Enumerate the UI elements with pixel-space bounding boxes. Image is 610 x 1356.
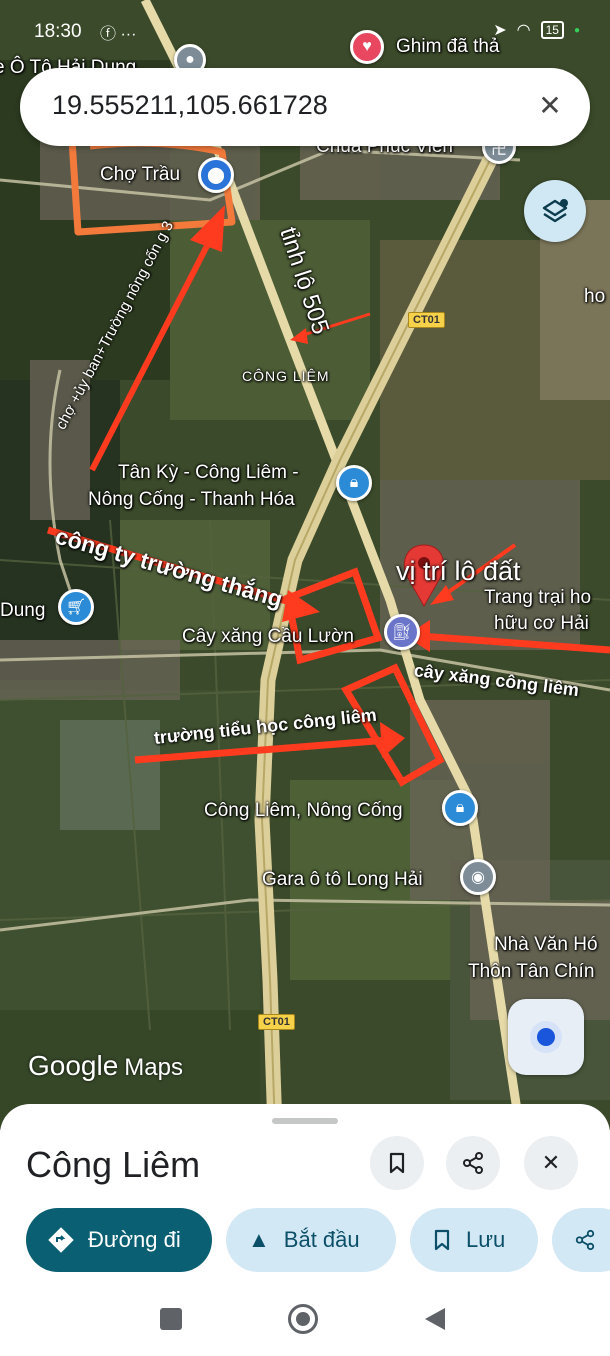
close-sheet-button[interactable]: ✕ bbox=[524, 1136, 578, 1190]
map-view[interactable]: CT01 CT01 e Ô Tô Hải Dung Chợ Trầu Chùa … bbox=[0, 0, 610, 1130]
place-label-trang-trai-line2[interactable]: hữu cơ Hải bbox=[494, 613, 589, 636]
search-input[interactable]: 19.555211,105.661728 bbox=[52, 90, 328, 121]
status-right-icons: ➤ ◠ 15 ● bbox=[493, 20, 580, 40]
save-button[interactable]: Lưu bbox=[410, 1208, 538, 1272]
place-label-gara-long-hai[interactable]: Gara ô tô Long Hải bbox=[262, 869, 423, 892]
place-label-tan-ky-line1[interactable]: Tân Kỳ - Công Liêm - bbox=[118, 462, 299, 485]
start-navigation-button[interactable]: ▲ Bắt đầu bbox=[226, 1208, 396, 1272]
screen: CT01 CT01 e Ô Tô Hải Dung Chợ Trầu Chùa … bbox=[0, 0, 610, 1356]
bookmark-icon bbox=[434, 1229, 450, 1251]
google-maps-attribution: Google Maps bbox=[28, 1050, 183, 1081]
save-label: Lưu bbox=[466, 1227, 506, 1252]
place-label-nha-van-hoa-line1[interactable]: Nhà Văn Hó bbox=[494, 934, 598, 957]
clear-search-button[interactable]: ✕ bbox=[532, 88, 568, 124]
bus-stop-pin-icon[interactable]: ⬤ bbox=[198, 157, 234, 193]
bookmark-icon bbox=[389, 1152, 405, 1174]
place-label-cho-trau[interactable]: Chợ Trầu bbox=[100, 164, 180, 187]
gas-station-pin-icon[interactable]: ⛽︎ bbox=[384, 614, 420, 650]
place-label-nha-van-hoa-line2[interactable]: Thôn Tân Chín bbox=[468, 961, 594, 984]
share-icon bbox=[463, 1152, 483, 1174]
start-label: Bắt đầu bbox=[283, 1227, 360, 1252]
notification-icons: ⓕ ··· bbox=[100, 26, 137, 43]
share-place-button[interactable] bbox=[446, 1136, 500, 1190]
place-label-cay-xang-cau-luon[interactable]: Cây xăng Cầu Lườn bbox=[182, 626, 354, 649]
directions-label: Đường đi bbox=[88, 1227, 181, 1252]
directions-icon bbox=[48, 1227, 74, 1253]
road-shield-ct01: CT01 bbox=[408, 312, 445, 328]
circle-icon bbox=[288, 1304, 318, 1334]
location-dot-icon bbox=[537, 1028, 555, 1046]
battery-status-dot-icon: ● bbox=[573, 24, 580, 36]
place-label-cong-liem-nong-cong[interactable]: Công Liêm, Nông Cống bbox=[204, 800, 403, 823]
status-bar: 18:30 ⓕ ··· ➤ ◠ 15 ● bbox=[0, 0, 610, 58]
directions-button[interactable]: Đường đi bbox=[26, 1208, 212, 1272]
lock-place-pin-icon-2[interactable]: 🔒︎ bbox=[442, 790, 478, 826]
status-time: 18:30 bbox=[34, 21, 82, 42]
place-label-trang-trai-line1[interactable]: Trang trại ho bbox=[484, 587, 591, 610]
system-nav-bar bbox=[0, 1280, 610, 1356]
close-icon: ✕ bbox=[541, 1150, 561, 1175]
place-title: Công Liêm bbox=[26, 1144, 201, 1185]
area-label-cong-liem: CÔNG LIÊM bbox=[242, 368, 330, 384]
lock-place-pin-icon[interactable]: 🔒︎ bbox=[336, 465, 372, 501]
wifi-icon: ◠ bbox=[516, 22, 531, 39]
back-button[interactable] bbox=[418, 1302, 452, 1336]
road-shield-ct01-south: CT01 bbox=[258, 1014, 295, 1030]
search-bar[interactable]: 19.555211,105.661728 ✕ bbox=[20, 68, 590, 146]
recents-button[interactable] bbox=[154, 1302, 188, 1336]
place-label-partial-ho[interactable]: ho bbox=[584, 286, 605, 309]
garage-pin-icon[interactable]: ◉ bbox=[460, 859, 496, 895]
square-icon bbox=[160, 1308, 182, 1330]
save-place-button[interactable] bbox=[370, 1136, 424, 1190]
action-chips: Đường đi ▲ Bắt đầu Lưu bbox=[26, 1208, 610, 1274]
share-icon bbox=[575, 1229, 595, 1251]
back-triangle-icon bbox=[425, 1308, 445, 1330]
dropped-pin-label[interactable]: Ghim đã thả bbox=[396, 36, 500, 59]
shopping-cart-pin-icon[interactable]: 🛒︎ bbox=[58, 589, 94, 625]
navigation-arrow-icon: ▲ bbox=[248, 1227, 270, 1252]
place-label-dung[interactable]: Dung bbox=[0, 600, 45, 623]
sheet-drag-handle[interactable] bbox=[272, 1118, 338, 1124]
layers-icon bbox=[542, 199, 568, 223]
home-button[interactable] bbox=[286, 1302, 320, 1336]
place-label-tan-ky-line2[interactable]: Nông Cống - Thanh Hóa bbox=[88, 489, 295, 512]
close-icon: ✕ bbox=[538, 90, 562, 121]
share-button[interactable] bbox=[552, 1208, 610, 1272]
map-layers-button[interactable] bbox=[524, 180, 586, 242]
annotation-vi-tri-lo-dat: vị trí lô đất bbox=[396, 556, 521, 586]
battery-icon: 15 bbox=[540, 21, 564, 39]
my-location-button[interactable] bbox=[508, 999, 584, 1075]
